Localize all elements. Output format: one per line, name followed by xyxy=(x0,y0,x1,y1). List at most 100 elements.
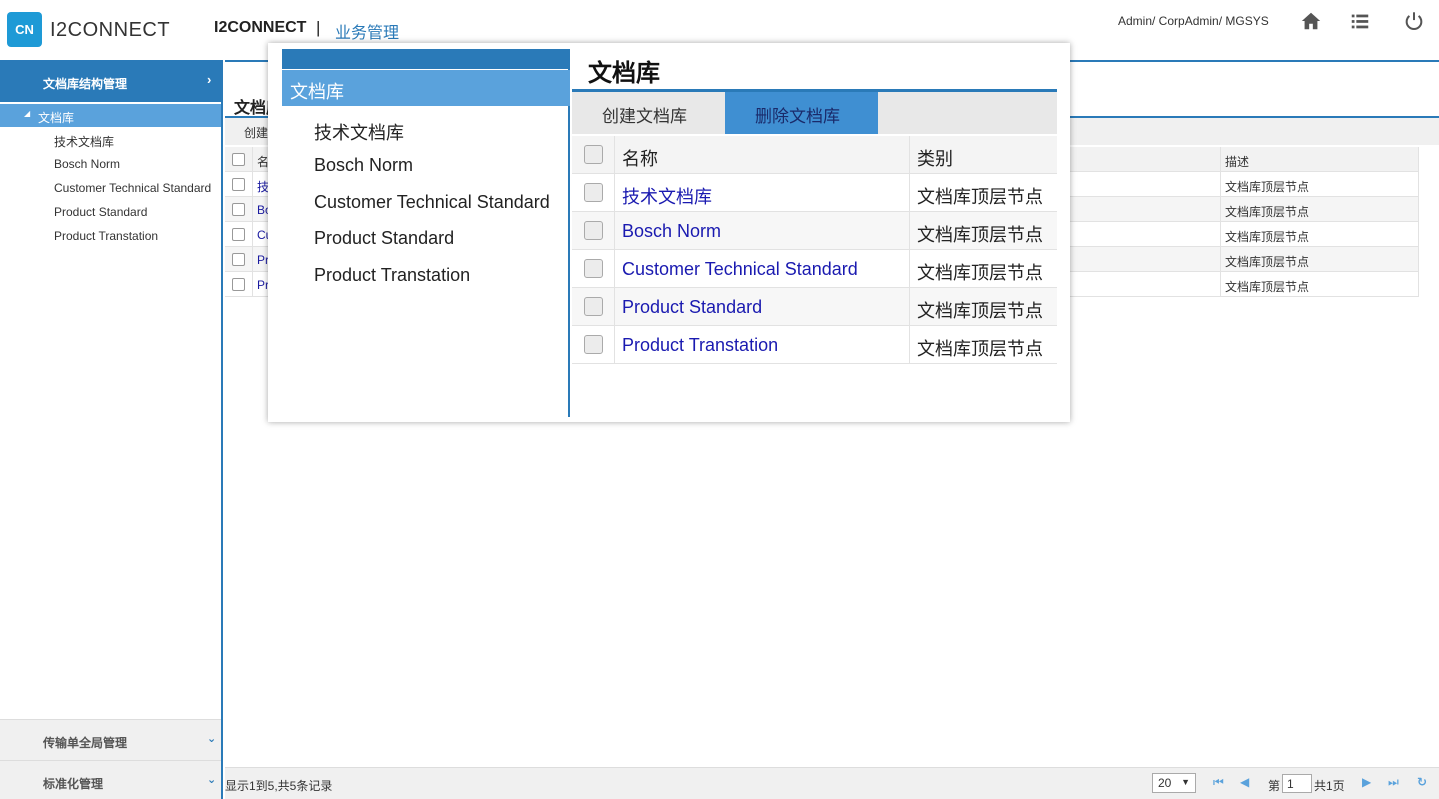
cell-border xyxy=(1418,197,1419,222)
zoom-table-row[interactable]: 技术文档库 文档库顶层节点 xyxy=(572,174,1057,212)
zoom-col-type[interactable]: 类别 xyxy=(917,145,953,171)
zoom-tree-root[interactable]: 文档库 xyxy=(282,70,570,106)
zoom-table-row[interactable]: Customer Technical Standard 文档库顶层节点 xyxy=(572,250,1057,288)
row-desc: 文档库顶层节点 xyxy=(1225,280,1310,294)
zoom-table-row[interactable]: Product Transtation 文档库顶层节点 xyxy=(572,326,1057,364)
sidebar-group-standardization[interactable]: 标准化管理 ⌄ xyxy=(0,760,221,799)
zoom-row-checkbox[interactable] xyxy=(584,335,603,354)
tree-expand-icon[interactable]: ◢ xyxy=(24,109,30,118)
select-all-checkbox[interactable] xyxy=(232,153,245,166)
cell-border xyxy=(1220,147,1221,172)
page-number-input[interactable]: 1 xyxy=(1282,774,1312,793)
zoom-table-row[interactable]: Bosch Norm 文档库顶层节点 xyxy=(572,212,1057,250)
app-name: I2CONNECT xyxy=(214,19,307,36)
zoom-row-name-link[interactable]: Product Transtation xyxy=(622,335,778,356)
zoom-row-name-link[interactable]: Product Standard xyxy=(622,297,762,318)
cell-border xyxy=(1220,272,1221,297)
zoom-row-name-link[interactable]: Bosch Norm xyxy=(622,221,721,242)
sidebar-group-doclib-structure[interactable]: 文档库结构管理 › xyxy=(0,60,221,102)
zoom-row-checkbox[interactable] xyxy=(584,183,603,202)
zoom-toolbar: 创建文档库 删除文档库 xyxy=(572,92,1057,134)
row-checkbox[interactable] xyxy=(232,178,245,191)
row-checkbox[interactable] xyxy=(232,278,245,291)
first-page-icon[interactable]: ⏮ xyxy=(1213,775,1224,790)
last-page-icon[interactable]: ⏭ xyxy=(1388,775,1399,790)
create-doclib-button[interactable]: 创建文档库 xyxy=(602,102,687,127)
row-checkbox[interactable] xyxy=(232,228,245,241)
tree-node[interactable]: Product Transtation xyxy=(54,229,158,243)
tree-node[interactable]: Customer Technical Standard xyxy=(54,181,211,195)
zoom-tree-node[interactable]: Product Transtation xyxy=(314,265,470,286)
power-icon[interactable] xyxy=(1403,10,1427,34)
zoom-row-type: 文档库顶层节点 xyxy=(917,263,1043,283)
cell-border xyxy=(1418,222,1419,247)
next-page-icon[interactable]: ▶ xyxy=(1362,775,1371,789)
page: CN I2CONNECT I2CONNECT | 业务管理 Admin/ Cor… xyxy=(0,0,1439,799)
create-button[interactable]: 创建 xyxy=(244,124,268,141)
zoom-tree-node[interactable]: Product Standard xyxy=(314,228,454,249)
cell-border xyxy=(614,174,615,212)
zoom-row-checkbox[interactable] xyxy=(584,297,603,316)
delete-doclib-button[interactable]: 删除文档库 xyxy=(725,92,878,134)
column-header-desc[interactable]: 描述 xyxy=(1225,153,1249,170)
page-size-value: 20 xyxy=(1158,776,1172,790)
cell-border xyxy=(1418,272,1419,297)
sidebar: 文档库结构管理 › ◢ 文档库 技术文档库 Bosch Norm Custome… xyxy=(0,60,223,799)
tree-node[interactable]: Product Standard xyxy=(54,205,147,219)
zoom-row-checkbox[interactable] xyxy=(584,259,603,278)
zoom-tree-node[interactable]: Bosch Norm xyxy=(314,155,413,176)
delete-doclib-label: 删除文档库 xyxy=(755,107,840,126)
zoom-callout: 文档库 技术文档库 Bosch Norm Customer Technical … xyxy=(268,43,1070,422)
cell-border xyxy=(1418,247,1419,272)
zoom-row-type: 文档库顶层节点 xyxy=(917,301,1043,321)
zoom-tree-root-label: 文档库 xyxy=(290,82,344,102)
zoom-page-title: 文档库 xyxy=(588,60,660,87)
cell-border xyxy=(252,147,253,172)
cell-border xyxy=(614,136,615,174)
zoom-tree-panel: 文档库 技术文档库 Bosch Norm Customer Technical … xyxy=(282,49,570,417)
cell-border xyxy=(614,212,615,250)
row-desc: 文档库顶层节点 xyxy=(1225,230,1310,244)
cell-border xyxy=(909,326,910,364)
user-info: Admin/ CorpAdmin/ MGSYS xyxy=(1118,14,1269,28)
row-checkbox[interactable] xyxy=(232,253,245,266)
zoom-table-header: 名称 类别 xyxy=(572,136,1057,174)
cell-border xyxy=(1220,172,1221,197)
cell-border xyxy=(1418,172,1419,197)
tree-node[interactable]: Bosch Norm xyxy=(54,157,120,171)
zoom-select-all-checkbox[interactable] xyxy=(584,145,603,164)
cell-border xyxy=(909,250,910,288)
cell-border xyxy=(252,272,253,297)
list-icon[interactable] xyxy=(1349,10,1373,34)
refresh-icon[interactable]: ↻ xyxy=(1417,775,1427,789)
row-checkbox[interactable] xyxy=(232,203,245,216)
page-total: 共1页 xyxy=(1314,779,1345,793)
record-summary: 显示1到5,共5条记录 xyxy=(225,779,333,793)
logo-text: I2CONNECT xyxy=(50,19,171,41)
page-size-select[interactable]: 20 ▼ xyxy=(1152,773,1196,793)
zoom-row-checkbox[interactable] xyxy=(584,221,603,240)
sidebar-group-label: 传输单全局管理 xyxy=(43,736,128,750)
cell-border xyxy=(1220,222,1221,247)
cell-border xyxy=(1418,147,1419,172)
logo-icon: CN xyxy=(7,12,42,47)
zoom-table-row[interactable]: Product Standard 文档库顶层节点 xyxy=(572,288,1057,326)
sidebar-group-transfer[interactable]: 传输单全局管理 ⌄ xyxy=(0,719,221,760)
cell-border xyxy=(909,288,910,326)
zoom-tree-node[interactable]: Customer Technical Standard xyxy=(314,192,550,213)
zoom-row-name-link[interactable]: 技术文档库 xyxy=(622,183,712,209)
caret-down-icon: ▼ xyxy=(1181,777,1190,787)
zoom-col-name[interactable]: 名称 xyxy=(622,145,658,171)
row-desc: 文档库顶层节点 xyxy=(1225,205,1310,219)
zoom-row-name-link[interactable]: Customer Technical Standard xyxy=(622,259,858,280)
tree-node-root[interactable]: ◢ 文档库 xyxy=(0,104,221,127)
home-icon[interactable] xyxy=(1300,10,1324,34)
tree-node[interactable]: 技术文档库 xyxy=(54,133,114,150)
zoom-row-type: 文档库顶层节点 xyxy=(917,187,1043,207)
chevron-down-icon: ⌄ xyxy=(207,774,217,786)
zoom-tree-node[interactable]: 技术文档库 xyxy=(314,119,404,145)
header-separator: | xyxy=(316,18,321,37)
prev-page-icon[interactable]: ◀ xyxy=(1240,775,1249,789)
page-label-prefix: 第 xyxy=(1268,779,1281,793)
app-section-link[interactable]: 业务管理 xyxy=(335,19,399,43)
